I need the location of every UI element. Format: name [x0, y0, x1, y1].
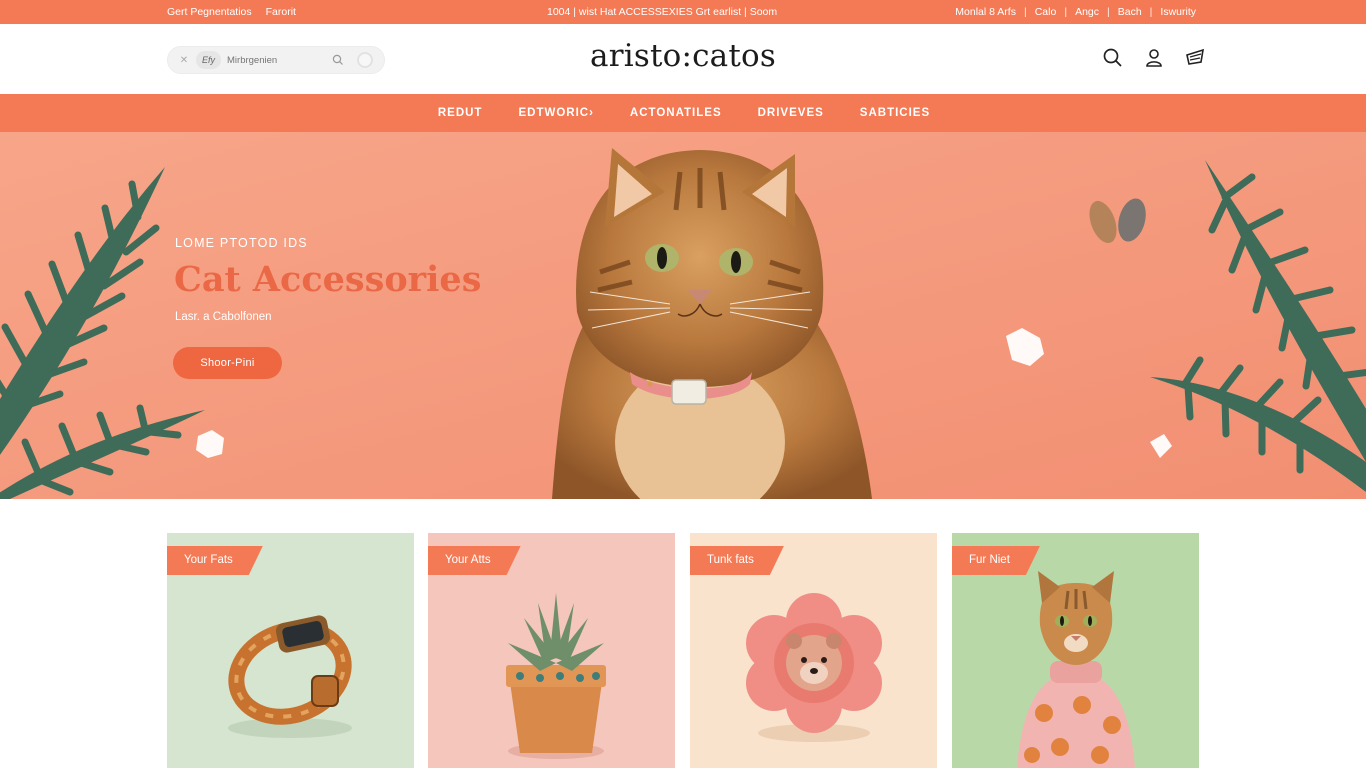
separator: |: [1023, 6, 1027, 18]
topbar-left-links: Gert Pegnentatios Farorit: [167, 6, 296, 18]
hero-subtitle: Lasr. a Cabolfonen: [175, 311, 272, 323]
topbar-right-link-1[interactable]: Monlal 8 Arfs: [955, 6, 1016, 18]
shop-now-button[interactable]: Shoor-Pini: [173, 347, 282, 379]
nav-item-4[interactable]: DRIVEVES: [758, 107, 824, 119]
product-tag: Fur Niet: [952, 546, 1040, 575]
nav-item-2[interactable]: EDTWORIC›: [518, 107, 593, 119]
topbar-right-link-4[interactable]: Bach: [1118, 6, 1142, 18]
product-card-2[interactable]: Your Atts: [428, 533, 675, 768]
separator: |: [1064, 6, 1068, 18]
topbar-right-link-5[interactable]: Iswurity: [1160, 6, 1196, 18]
separator: |: [1107, 6, 1110, 18]
cart-icon[interactable]: [1184, 47, 1206, 69]
nav-item-1[interactable]: REDUT: [438, 107, 483, 119]
nav-item-5[interactable]: SABTICIES: [860, 107, 930, 119]
topbar-right-links: Monlal 8 Arfs | Calo | Angc | Bach | Isw…: [955, 6, 1196, 18]
hero-title: Cat Accessories: [174, 259, 482, 300]
product-card-4[interactable]: Fur Niet: [952, 533, 1199, 768]
search-icon[interactable]: [1102, 47, 1124, 69]
user-icon[interactable]: [1143, 47, 1165, 69]
separator: |: [1149, 6, 1153, 18]
product-tag: Tunk fats: [690, 546, 784, 575]
topbar-link-1[interactable]: Gert Pegnentatios: [167, 6, 252, 18]
header-icons: [1102, 47, 1206, 69]
announcement-bar: Gert Pegnentatios Farorit 1004 | wist Ha…: [0, 0, 1366, 24]
product-tag: Your Atts: [428, 546, 521, 575]
promo-text: 1004 | wist Hat ACCESSEXIES Grt earlist …: [547, 6, 778, 18]
site-header: ✕ Efy aristo:catos: [0, 24, 1366, 94]
product-card-1[interactable]: Your Fats: [167, 533, 414, 768]
hero-eyebrow: LOME PTOTOD IDS: [175, 236, 308, 250]
hero-banner: LOME PTOTOD IDS Cat Accessories Lasr. a …: [0, 132, 1366, 499]
main-navigation: REDUT EDTWORIC› ACTONATILES DRIVEVES SAB…: [0, 94, 1366, 132]
product-card-3[interactable]: Tunk fats: [690, 533, 937, 768]
topbar-right-link-3[interactable]: Angc: [1075, 6, 1099, 18]
nav-item-3[interactable]: ACTONATILES: [630, 107, 722, 119]
topbar-right-link-2[interactable]: Calo: [1035, 6, 1057, 18]
topbar-link-2[interactable]: Farorit: [266, 6, 296, 18]
product-tag: Your Fats: [167, 546, 263, 575]
